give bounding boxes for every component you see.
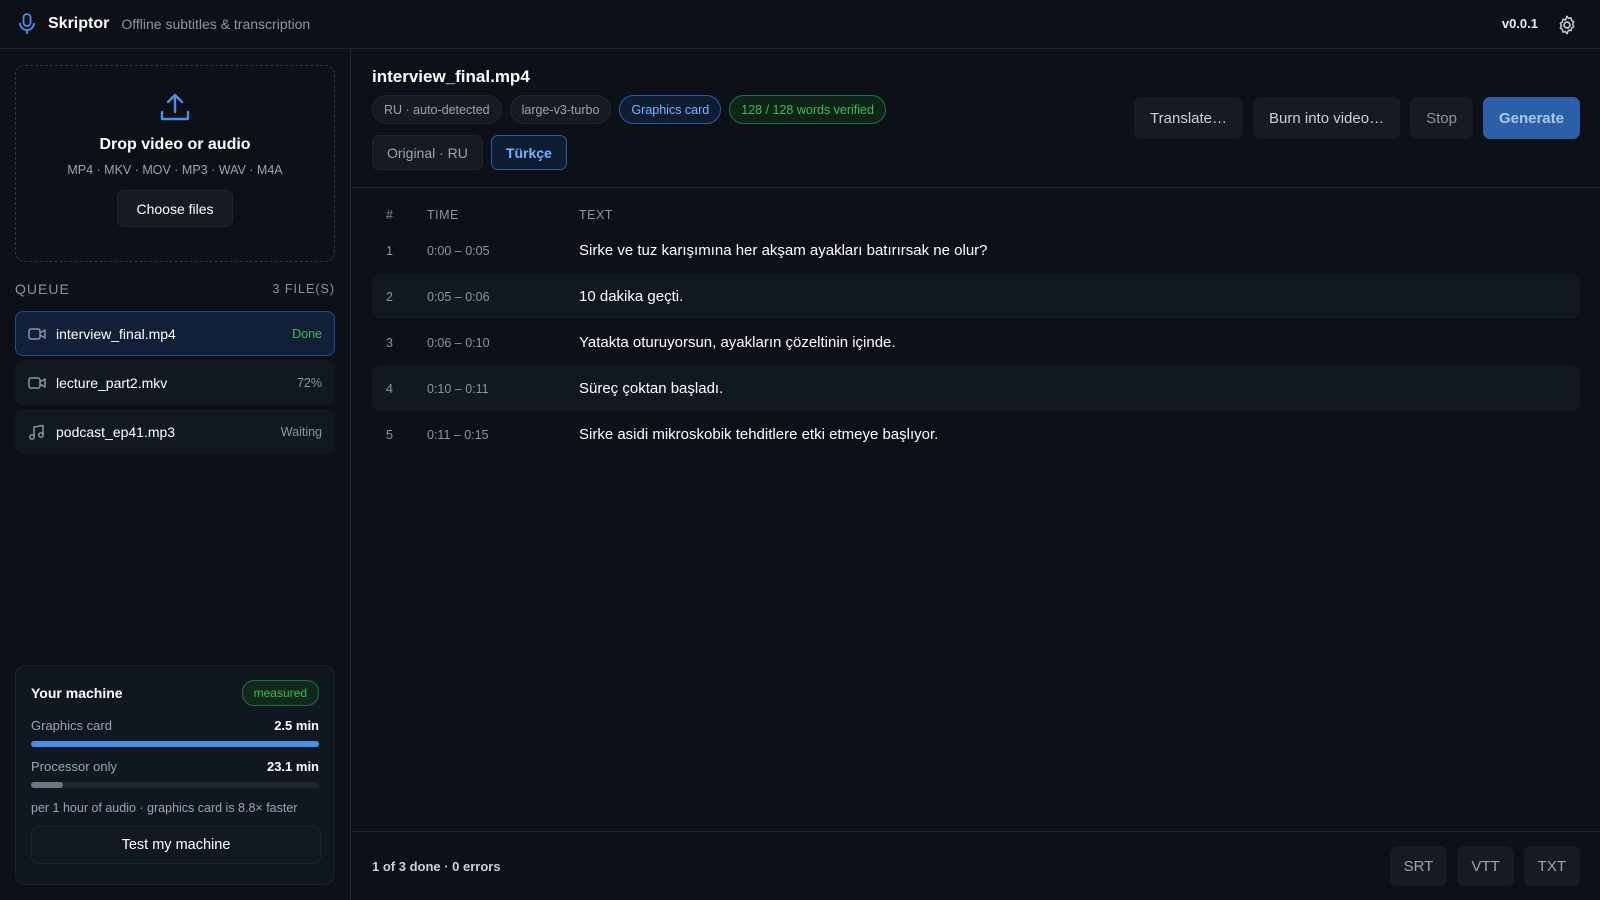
row-time: 0:06 – 0:10 [427,335,490,350]
stop-button[interactable]: Stop [1410,97,1473,139]
device-chip: Graphics card [619,95,722,124]
row-num: 4 [386,381,393,396]
row-text: 10 dakika geçti. [579,288,684,305]
video-icon [28,327,46,340]
table-row[interactable]: 5 0:11 – 0:15 Sirke asidi mikroskobik te… [372,412,1580,457]
header-num: # [386,208,394,222]
queue-item-name: interview_final.mp4 [56,325,176,342]
queue-item-lecture[interactable]: lecture_part2.mkv 72% [15,360,335,405]
row-text: Sirke asidi mikroskobik tehditlere etki … [579,426,939,443]
version-label: v0.0.1 [1501,16,1538,31]
progress-summary: 1 of 3 done · 0 errors [372,858,501,874]
action-buttons: Translate… Burn into video… Stop Generat… [1134,97,1580,139]
music-note-icon [29,424,44,440]
upload-icon [160,93,190,121]
queue-title: QUEUE [15,281,70,297]
generate-button[interactable]: Generate [1482,97,1580,139]
row-num: 2 [386,289,393,304]
status-footer: 1 of 3 done · 0 errors SRT VTT TXT [352,831,1600,900]
dropzone-formats: MP4 · MKV · MOV · MP3 · WAV · M4A [67,163,283,177]
header-time: TIME [427,208,459,222]
tab-turkish[interactable]: Türkçe [490,135,567,170]
dropzone-title: Drop video or audio [99,136,251,153]
language-chip: RU · auto-detected [372,95,502,124]
cpu-bar-fill [31,782,63,788]
model-chip: large-v3-turbo [509,95,612,124]
row-text: Sirke ve tuz karışımına her akşam ayakla… [579,242,988,259]
row-num: 3 [386,335,393,350]
table-row[interactable]: 3 0:06 – 0:10 Yatakta oturuyorsun, ayakl… [372,320,1580,365]
video-icon [28,376,46,389]
queue-header: QUEUE 3 FILE(S) [15,281,335,297]
translate-button[interactable]: Translate… [1134,97,1244,139]
row-time: 0:00 – 0:05 [427,243,490,258]
app-tagline: Offline subtitles & transcription [121,16,311,32]
cpu-value: 23.1 min [266,759,319,774]
machine-note: per 1 hour of audio · graphics card is 8… [31,801,298,815]
table-header: # TIME TEXT [372,203,1580,227]
queue-item-name: podcast_ep41.mp3 [56,423,176,440]
info-chips: RU · auto-detected large-v3-turbo Graphi… [372,95,886,124]
queue-item-interview[interactable]: interview_final.mp4 Done [15,311,335,356]
row-num: 5 [386,427,393,442]
sidebar: Drop video or audio MP4 · MKV · MOV · MP… [0,49,351,900]
table-row[interactable]: 2 0:05 – 0:06 10 dakika geçti. [372,274,1580,319]
export-srt-button[interactable]: SRT [1389,846,1448,886]
machine-title: Your machine [31,685,123,701]
dropzone[interactable]: Drop video or audio MP4 · MKV · MOV · MP… [15,65,335,262]
file-title: interview_final.mp4 [372,67,530,86]
row-time: 0:05 – 0:06 [427,289,490,304]
row-num: 1 [386,243,393,258]
language-tabs: Original · RU Türkçe [372,135,567,170]
queue-list: interview_final.mp4 Done lecture_part2.m… [15,311,335,458]
header-text: TEXT [579,208,613,222]
choose-files-button[interactable]: Choose files [117,190,233,227]
export-vtt-button[interactable]: VTT [1457,846,1514,886]
cpu-bar [31,782,319,788]
row-text: Yatakta oturuyorsun, ayakların çözeltini… [579,334,896,351]
file-header: interview_final.mp4 RU · auto-detected l… [352,49,1600,188]
queue-item-status: Done [292,326,322,341]
queue-count: 3 FILE(S) [272,282,335,296]
table-row[interactable]: 1 0:00 – 0:05 Sirke ve tuz karışımına he… [372,228,1580,273]
queue-item-status: Waiting [280,424,322,439]
gear-icon[interactable] [1556,14,1578,36]
queue-item-name: lecture_part2.mkv [56,374,168,391]
microphone-icon [19,13,35,34]
gpu-bar-fill [31,741,319,747]
test-machine-button[interactable]: Test my machine [31,826,321,864]
machine-panel: Your machine measured Graphics card 2.5 … [15,665,335,885]
gpu-value: 2.5 min [274,718,319,733]
queue-item-podcast[interactable]: podcast_ep41.mp3 Waiting [15,409,335,454]
app-header: Skriptor Offline subtitles & transcripti… [0,0,1600,49]
cpu-label: Processor only [31,759,117,774]
app-name: Skriptor [48,15,110,32]
table-row[interactable]: 4 0:10 – 0:11 Süreç çoktan başladı. [372,366,1580,411]
export-txt-button[interactable]: TXT [1523,846,1580,886]
export-buttons: SRT VTT TXT [1389,846,1580,886]
transcript-table: # TIME TEXT 1 0:00 – 0:05 Sirke ve tuz k… [372,203,1580,457]
queue-item-status: 72% [296,375,322,390]
main-panel: interview_final.mp4 RU · auto-detected l… [352,49,1600,900]
row-time: 0:11 – 0:15 [427,427,489,442]
gpu-label: Graphics card [31,718,112,733]
gpu-bar [31,741,319,747]
row-time: 0:10 – 0:11 [427,381,489,396]
measured-badge: measured [241,680,319,706]
tab-original[interactable]: Original · RU [372,135,483,170]
burn-button[interactable]: Burn into video… [1253,97,1401,139]
row-text: Süreç çoktan başladı. [579,380,724,397]
verified-chip: 128 / 128 words verified [729,95,886,124]
